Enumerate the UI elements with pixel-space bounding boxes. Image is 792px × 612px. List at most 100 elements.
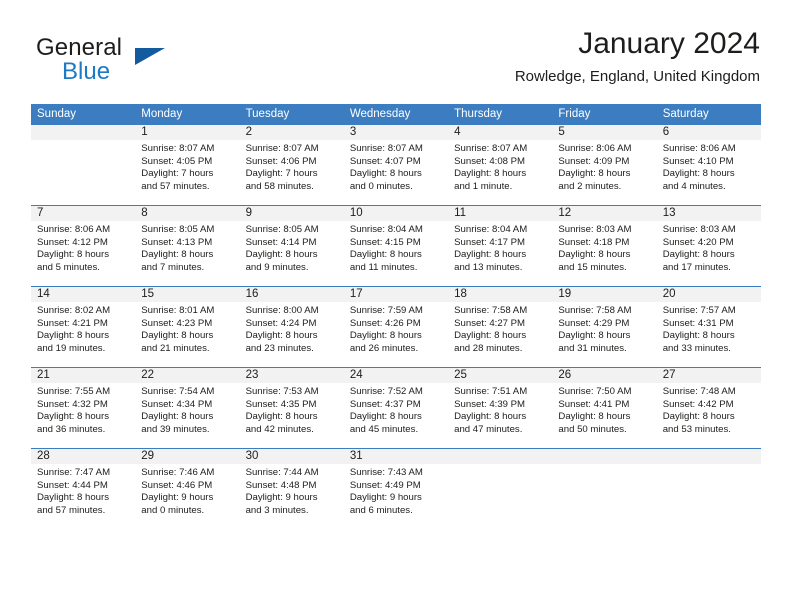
calendar-day-empty [448,448,553,529]
day-sunrise-line: Sunrise: 7:58 AM [558,305,632,316]
calendar-day[interactable]: 15 Sunrise: 8:01 AM Sunset: 4:23 PM Dayligh… [135,286,240,367]
day-sunset-line: Sunset: 4:05 PM [141,155,213,167]
calendar-day[interactable]: 12 Sunrise: 8:03 AM Sunset: 4:18 PM Dayligh… [552,205,657,286]
calendar-cell [656,448,761,529]
calendar-day[interactable]: 18 Sunrise: 7:58 AM Sunset: 4:27 PM Dayligh… [448,286,553,367]
day-number: 19 [552,287,657,302]
calendar-day[interactable]: 10 Sunrise: 8:04 AM Sunset: 4:15 PM Dayligh… [343,205,449,286]
calendar-day[interactable]: 31 Sunrise: 7:43 AM Sunset: 4:49 PM Dayligh… [343,448,449,529]
weekday-header-tuesday: Tuesday [239,104,344,124]
calendar-day[interactable]: 27 Sunrise: 7:48 AM Sunset: 4:42 PM Dayligh… [656,367,761,448]
weekday-header-sunday: Sunday [31,104,136,124]
day-number: 28 [31,449,136,464]
calendar-cell: 1 Sunrise: 8:07 AM Sunset: 4:05 PM Daylight… [135,124,240,205]
calendar-day[interactable]: 3 Sunrise: 8:07 AM Sunset: 4:07 PM Daylight… [343,124,449,205]
day-daylight-line: Daylight: 8 hours [37,492,109,504]
day-sunset-line: Sunset: 4:15 PM [349,236,421,248]
day-sunrise-line: Sunrise: 7:50 AM [558,386,632,397]
day-number: 13 [656,206,761,221]
day-sunset-line: Sunset: 4:08 PM [454,155,526,167]
calendar-cell: 17 Sunrise: 7:59 AM Sunset: 4:26 PM Dayligh… [343,286,449,367]
day-details: Sunrise: 8:06 AM Sunset: 4:10 PM Daylight:… [657,140,761,193]
day-daylight-line: and 3 minutes. [245,504,309,516]
day-daylight-line: and 53 minutes. [662,423,731,435]
day-daylight-line: and 1 minute. [454,180,513,192]
calendar-day[interactable]: 24 Sunrise: 7:52 AM Sunset: 4:37 PM Dayligh… [343,367,449,448]
day-daylight-line: Daylight: 8 hours [662,168,735,180]
day-sunset-line: Sunset: 4:39 PM [454,398,526,410]
calendar-cell: 27 Sunrise: 7:48 AM Sunset: 4:42 PM Dayligh… [656,367,761,448]
brand-logo[interactable]: General Blue [36,34,266,94]
page-title: January 2024 [578,27,760,60]
day-sunrise-line: Sunrise: 8:06 AM [37,224,111,235]
calendar-day[interactable]: 19 Sunrise: 7:58 AM Sunset: 4:29 PM Dayligh… [552,286,657,367]
day-details: Sunrise: 8:05 AM Sunset: 4:14 PM Daylight:… [240,221,344,274]
calendar-cell: 31 Sunrise: 7:43 AM Sunset: 4:49 PM Dayligh… [343,448,449,529]
day-daylight-line: Daylight: 8 hours [454,411,527,423]
day-details: Sunrise: 8:04 AM Sunset: 4:17 PM Daylight:… [448,221,552,274]
day-sunrise-line: Sunrise: 7:46 AM [141,467,215,478]
day-details: Sunrise: 7:58 AM Sunset: 4:27 PM Daylight:… [448,302,552,355]
day-number: 6 [656,125,761,140]
day-daylight-line: and 42 minutes. [245,423,314,435]
day-number: 10 [343,206,449,221]
day-details: Sunrise: 7:47 AM Sunset: 4:44 PM Daylight:… [31,464,135,517]
day-daylight-line: and 2 minutes. [558,180,622,192]
day-number: 2 [239,125,344,140]
calendar-day[interactable]: 11 Sunrise: 8:04 AM Sunset: 4:17 PM Dayligh… [448,205,553,286]
calendar-day[interactable]: 17 Sunrise: 7:59 AM Sunset: 4:26 PM Dayligh… [343,286,449,367]
calendar-day[interactable]: 25 Sunrise: 7:51 AM Sunset: 4:39 PM Dayligh… [448,367,553,448]
calendar-day[interactable]: 23 Sunrise: 7:53 AM Sunset: 4:35 PM Dayligh… [239,367,344,448]
calendar-day[interactable]: 9 Sunrise: 8:05 AM Sunset: 4:14 PM Daylight… [239,205,344,286]
day-details: Sunrise: 7:46 AM Sunset: 4:46 PM Daylight:… [135,464,239,517]
day-daylight-line: and 9 minutes. [245,261,309,273]
day-daylight-line: Daylight: 9 hours [141,492,214,504]
calendar-day[interactable]: 20 Sunrise: 7:57 AM Sunset: 4:31 PM Dayligh… [656,286,761,367]
day-number: 25 [448,368,553,383]
calendar-day[interactable]: 14 Sunrise: 8:02 AM Sunset: 4:21 PM Dayligh… [31,286,136,367]
day-daylight-line: and 26 minutes. [349,342,419,354]
day-sunset-line: Sunset: 4:41 PM [558,398,630,410]
calendar-day[interactable]: 21 Sunrise: 7:55 AM Sunset: 4:32 PM Dayligh… [31,367,136,448]
calendar-day[interactable]: 26 Sunrise: 7:50 AM Sunset: 4:41 PM Dayligh… [552,367,657,448]
calendar-day[interactable]: 29 Sunrise: 7:46 AM Sunset: 4:46 PM Dayligh… [135,448,240,529]
calendar-day[interactable]: 22 Sunrise: 7:54 AM Sunset: 4:34 PM Dayligh… [135,367,240,448]
day-daylight-line: and 11 minutes. [349,261,418,273]
day-sunrise-line: Sunrise: 7:53 AM [245,386,319,397]
calendar-day[interactable]: 6 Sunrise: 8:06 AM Sunset: 4:10 PM Daylight… [656,124,761,205]
calendar-day[interactable]: 8 Sunrise: 8:05 AM Sunset: 4:13 PM Daylight… [135,205,240,286]
calendar-day[interactable]: 4 Sunrise: 8:07 AM Sunset: 4:08 PM Daylight… [448,124,553,205]
day-sunrise-line: Sunrise: 8:05 AM [245,224,319,235]
calendar-day[interactable]: 13 Sunrise: 8:03 AM Sunset: 4:20 PM Dayligh… [656,205,761,286]
day-daylight-line: and 50 minutes. [558,423,627,435]
calendar-week-row: 7 Sunrise: 8:06 AM Sunset: 4:12 PM Daylight… [31,205,761,286]
calendar-cell: 13 Sunrise: 8:03 AM Sunset: 4:20 PM Dayligh… [656,205,761,286]
day-daylight-line: Daylight: 8 hours [454,330,527,342]
calendar-day[interactable]: 2 Sunrise: 8:07 AM Sunset: 4:06 PM Daylight… [239,124,344,205]
day-number: 1 [135,125,240,140]
calendar-cell: 25 Sunrise: 7:51 AM Sunset: 4:39 PM Dayligh… [448,367,553,448]
day-daylight-line: Daylight: 8 hours [349,330,422,342]
calendar-day[interactable]: 5 Sunrise: 8:06 AM Sunset: 4:09 PM Daylight… [552,124,657,205]
day-sunset-line: Sunset: 4:31 PM [662,317,734,329]
calendar-day[interactable]: 1 Sunrise: 8:07 AM Sunset: 4:05 PM Daylight… [135,124,240,205]
calendar-body: 1 Sunrise: 8:07 AM Sunset: 4:05 PM Daylight… [31,124,761,529]
day-sunset-line: Sunset: 4:24 PM [245,317,317,329]
day-daylight-line: and 13 minutes. [454,261,523,273]
calendar-day[interactable]: 7 Sunrise: 8:06 AM Sunset: 4:12 PM Daylight… [31,205,136,286]
calendar-cell: 5 Sunrise: 8:06 AM Sunset: 4:09 PM Daylight… [552,124,657,205]
day-daylight-line: Daylight: 8 hours [141,330,214,342]
day-details: Sunrise: 7:54 AM Sunset: 4:34 PM Daylight:… [135,383,239,436]
calendar-cell: 10 Sunrise: 8:04 AM Sunset: 4:15 PM Dayligh… [343,205,449,286]
calendar-day[interactable]: 30 Sunrise: 7:44 AM Sunset: 4:48 PM Dayligh… [239,448,344,529]
day-sunrise-line: Sunrise: 8:05 AM [141,224,215,235]
day-daylight-line: and 57 minutes. [37,504,106,516]
day-sunrise-line: Sunrise: 7:59 AM [349,305,423,316]
calendar-day[interactable]: 28 Sunrise: 7:47 AM Sunset: 4:44 PM Dayligh… [31,448,136,529]
day-sunrise-line: Sunrise: 8:07 AM [245,143,319,154]
day-sunset-line: Sunset: 4:29 PM [558,317,630,329]
day-daylight-line: and 31 minutes. [558,342,627,354]
calendar-day[interactable]: 16 Sunrise: 8:00 AM Sunset: 4:24 PM Dayligh… [239,286,344,367]
day-daylight-line: and 0 minutes. [141,504,205,516]
day-daylight-line: Daylight: 8 hours [37,411,109,423]
